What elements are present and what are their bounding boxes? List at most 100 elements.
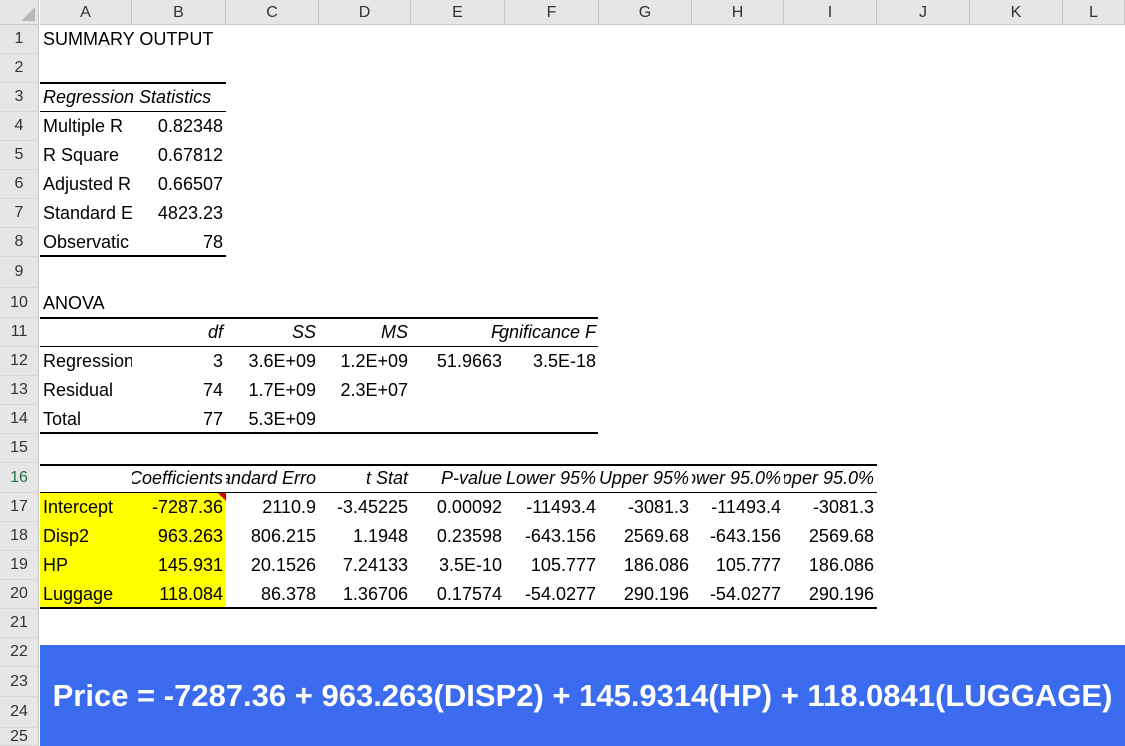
- anova-value[interactable]: 51.9663: [411, 347, 505, 376]
- coefficient-row-label[interactable]: Luggage: [40, 580, 132, 609]
- coefficient-value[interactable]: 0.00092: [411, 493, 505, 522]
- row-header-14[interactable]: 14: [0, 405, 39, 434]
- spreadsheet-grid[interactable]: ABCDEFGHIJKL 1 2 3 4 5 6 7 8 9 10 11 12 13 14 15 16 17 18…: [0, 0, 1125, 746]
- column-header-e[interactable]: E: [411, 0, 505, 25]
- row-header-10[interactable]: 10: [0, 288, 39, 318]
- anova-column-header[interactable]: SS: [226, 318, 319, 347]
- column-header-b[interactable]: B: [132, 0, 226, 25]
- coefficient-value[interactable]: 2569.68: [784, 522, 877, 551]
- coefficient-column-header[interactable]: Coefficients: [132, 463, 226, 493]
- anova-row-label[interactable]: Residual: [40, 376, 132, 405]
- row-header-13[interactable]: 13: [0, 376, 39, 405]
- stat-value[interactable]: 0.82348: [132, 112, 226, 141]
- stat-label[interactable]: Multiple R: [40, 112, 132, 141]
- row-header-24[interactable]: 24: [0, 697, 39, 728]
- coefficient-value[interactable]: 290.196: [599, 580, 692, 609]
- coefficient-value[interactable]: 7.24133: [319, 551, 411, 580]
- row-header-9[interactable]: 9: [0, 257, 39, 288]
- row-header-3[interactable]: 3: [0, 83, 39, 112]
- anova-value[interactable]: 5.3E+09: [226, 405, 319, 434]
- column-header-k[interactable]: K: [970, 0, 1063, 25]
- anova-value[interactable]: 3.6E+09: [226, 347, 319, 376]
- row-header-22[interactable]: 22: [0, 638, 39, 667]
- row-header-23[interactable]: 23: [0, 667, 39, 697]
- coefficient-value[interactable]: 20.1526: [226, 551, 319, 580]
- coefficient-value[interactable]: -643.156: [692, 522, 784, 551]
- coefficient-column-header[interactable]: Lower 95%: [505, 463, 599, 493]
- row-header-21[interactable]: 21: [0, 609, 39, 638]
- coefficient-value[interactable]: 0.17574: [411, 580, 505, 609]
- row-header-17[interactable]: 17: [0, 493, 39, 522]
- column-header-l[interactable]: L: [1063, 0, 1125, 25]
- coefficient-row-label[interactable]: HP: [40, 551, 132, 580]
- anova-row-label[interactable]: Total: [40, 405, 132, 434]
- anova-value[interactable]: 2.3E+07: [319, 376, 411, 405]
- anova-row-label[interactable]: Regression: [40, 347, 132, 376]
- anova-column-header[interactable]: gnificance F: [499, 318, 599, 347]
- row-header-25[interactable]: 25: [0, 728, 39, 746]
- coefficient-value[interactable]: -11493.4: [505, 493, 599, 522]
- stat-value[interactable]: 0.67812: [132, 141, 226, 170]
- anova-value[interactable]: 3.5E-18: [505, 347, 599, 376]
- coefficient-value[interactable]: -3.45225: [319, 493, 411, 522]
- row-header-5[interactable]: 5: [0, 141, 39, 170]
- coefficient-row-label[interactable]: Disp2: [40, 522, 132, 551]
- anova-title[interactable]: ANOVA: [40, 288, 132, 318]
- coefficient-value[interactable]: 963.263: [132, 522, 226, 551]
- stat-value[interactable]: 78: [132, 228, 226, 257]
- coefficient-column-header[interactable]: andard Erro: [226, 463, 319, 493]
- stat-label[interactable]: Standard E: [40, 199, 132, 228]
- summary-title[interactable]: SUMMARY OUTPUT: [40, 25, 319, 54]
- anova-column-header[interactable]: MS: [319, 318, 411, 347]
- coefficient-column-header[interactable]: pper 95.0%: [784, 463, 877, 493]
- coefficient-value[interactable]: -54.0277: [692, 580, 784, 609]
- anova-value[interactable]: 3: [132, 347, 226, 376]
- anova-value[interactable]: [411, 405, 505, 434]
- coefficient-value[interactable]: 86.378: [226, 580, 319, 609]
- anova-value[interactable]: [319, 405, 411, 434]
- column-header-h[interactable]: H: [692, 0, 784, 25]
- column-header-d[interactable]: D: [319, 0, 411, 25]
- coefficient-value[interactable]: -7287.36: [132, 493, 226, 522]
- anova-value[interactable]: [505, 405, 599, 434]
- coefficient-value[interactable]: -3081.3: [599, 493, 692, 522]
- stat-label[interactable]: Observatic: [40, 228, 132, 257]
- coefficient-value[interactable]: 2110.9: [226, 493, 319, 522]
- coefficient-column-header[interactable]: t Stat: [319, 463, 411, 493]
- anova-value[interactable]: 1.2E+09: [319, 347, 411, 376]
- stat-value[interactable]: 0.66507: [132, 170, 226, 199]
- anova-column-header[interactable]: F: [411, 318, 505, 347]
- column-header-i[interactable]: I: [784, 0, 877, 25]
- coefficient-column-header[interactable]: ower 95.0%: [692, 463, 784, 493]
- row-header-2[interactable]: 2: [0, 54, 39, 83]
- column-header-c[interactable]: C: [226, 0, 319, 25]
- row-header-11[interactable]: 11: [0, 318, 39, 347]
- coefficient-row-label[interactable]: Intercept: [40, 493, 132, 522]
- coefficient-value[interactable]: 186.086: [599, 551, 692, 580]
- coefficient-column-header[interactable]: P-value: [411, 463, 505, 493]
- anova-column-header[interactable]: df: [132, 318, 226, 347]
- coefficient-value[interactable]: -54.0277: [505, 580, 599, 609]
- coefficient-value[interactable]: -11493.4: [692, 493, 784, 522]
- anova-value[interactable]: [411, 376, 505, 405]
- coefficient-value[interactable]: 2569.68: [599, 522, 692, 551]
- coefficient-value[interactable]: 0.23598: [411, 522, 505, 551]
- anova-value[interactable]: 1.7E+09: [226, 376, 319, 405]
- coefficient-value[interactable]: 105.777: [505, 551, 599, 580]
- column-header-g[interactable]: G: [599, 0, 692, 25]
- coefficient-value[interactable]: -643.156: [505, 522, 599, 551]
- row-header-12[interactable]: 12: [0, 347, 39, 376]
- coefficient-value[interactable]: 118.084: [132, 580, 226, 609]
- stat-value[interactable]: 4823.23: [132, 199, 226, 228]
- row-header-20[interactable]: 20: [0, 580, 39, 609]
- select-all-button[interactable]: [0, 0, 39, 25]
- row-header-8[interactable]: 8: [0, 228, 39, 257]
- row-header-4[interactable]: 4: [0, 112, 39, 141]
- coefficient-value[interactable]: 3.5E-10: [411, 551, 505, 580]
- row-header-7[interactable]: 7: [0, 199, 39, 228]
- coefficient-value[interactable]: 145.931: [132, 551, 226, 580]
- regression-statistics-header[interactable]: Regression Statistics: [40, 83, 226, 112]
- row-header-16[interactable]: 16: [0, 463, 39, 493]
- row-header-18[interactable]: 18: [0, 522, 39, 551]
- anova-value[interactable]: [505, 376, 599, 405]
